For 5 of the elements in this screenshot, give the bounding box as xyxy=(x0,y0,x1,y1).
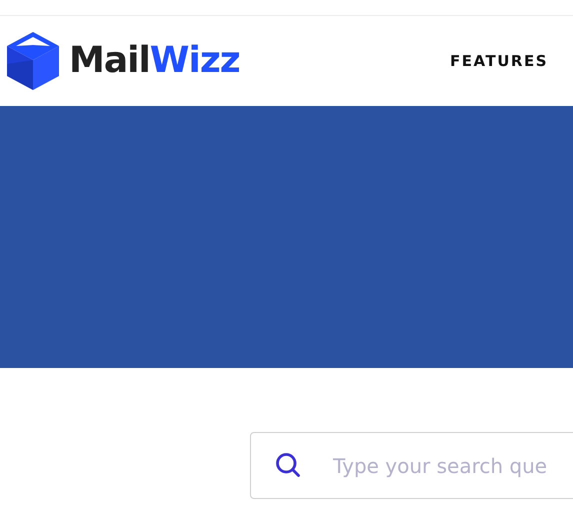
cube-logo-icon xyxy=(6,31,60,91)
search-icon xyxy=(274,451,302,479)
search-field[interactable]: Type your search que xyxy=(250,432,573,499)
logo-text[interactable]: MailWizz xyxy=(69,43,240,79)
nav-link[interactable]: FEATURES xyxy=(450,50,548,72)
